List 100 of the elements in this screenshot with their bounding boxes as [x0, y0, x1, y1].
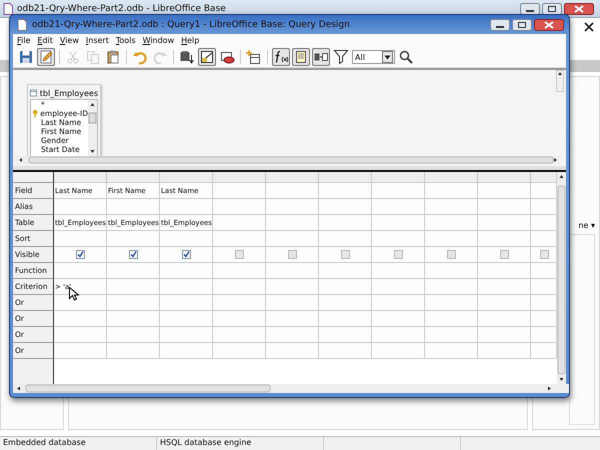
grid-cell[interactable]: [319, 311, 372, 327]
grid-cell[interactable]: [319, 279, 372, 295]
grid-cell[interactable]: [425, 215, 478, 231]
grid-cell[interactable]: [213, 231, 266, 247]
scrollbar[interactable]: [13, 384, 569, 393]
toolbar-button[interactable]: [178, 48, 196, 66]
grid-cell[interactable]: [478, 263, 531, 279]
grid-cell[interactable]: [107, 343, 160, 359]
scrollbar[interactable]: [556, 70, 564, 92]
grid-cell[interactable]: [425, 279, 478, 295]
menu-item[interactable]: Help: [181, 36, 200, 45]
grid-cell[interactable]: [54, 263, 107, 279]
grid-cell[interactable]: [213, 295, 266, 311]
grid-cell[interactable]: [107, 327, 160, 343]
dropdown-text[interactable]: ne ▾: [578, 221, 595, 230]
grid-cell[interactable]: [319, 327, 372, 343]
grid-cell[interactable]: [107, 199, 160, 215]
grid-cell[interactable]: [372, 327, 425, 343]
checkbox[interactable]: [129, 250, 138, 259]
grid-cell[interactable]: [266, 295, 319, 311]
menu-item[interactable]: File: [17, 36, 30, 45]
grid-cell[interactable]: [478, 327, 531, 343]
grid-cell[interactable]: [107, 247, 160, 263]
grid-cell[interactable]: [107, 279, 160, 295]
grid-cell[interactable]: [531, 199, 557, 215]
grid-cell[interactable]: [425, 311, 478, 327]
grid-cell[interactable]: [531, 279, 557, 295]
grid-cell[interactable]: [372, 343, 425, 359]
grid-cell[interactable]: [372, 215, 425, 231]
grid-cell[interactable]: [531, 247, 557, 263]
scrollbar[interactable]: [88, 100, 97, 156]
grid-cell[interactable]: [54, 311, 107, 327]
grid-cell[interactable]: [266, 343, 319, 359]
column-header[interactable]: [266, 172, 319, 183]
column-header[interactable]: [213, 172, 266, 183]
grid-cell[interactable]: [478, 183, 531, 199]
menu-item[interactable]: View: [60, 36, 79, 45]
close-icon[interactable]: [584, 22, 594, 32]
grid-cell[interactable]: [319, 247, 372, 263]
toolbar-button[interactable]: [272, 48, 290, 66]
toolbar-button[interactable]: [397, 48, 415, 66]
grid-cell[interactable]: [531, 263, 557, 279]
grid-cell[interactable]: [213, 311, 266, 327]
maximize-button[interactable]: [542, 2, 562, 14]
grid-cell[interactable]: [107, 311, 160, 327]
grid-cell[interactable]: [319, 343, 372, 359]
grid-cell[interactable]: [531, 311, 557, 327]
grid-cell[interactable]: [425, 247, 478, 263]
grid-cell[interactable]: [478, 295, 531, 311]
checkbox[interactable]: [76, 250, 85, 259]
grid-cell[interactable]: [160, 311, 213, 327]
toolbar-button[interactable]: [245, 48, 263, 66]
checkbox[interactable]: [341, 250, 350, 259]
grid-cell[interactable]: [319, 215, 372, 231]
grid-cell[interactable]: [425, 327, 478, 343]
grid-cell[interactable]: [531, 183, 557, 199]
grid-cell[interactable]: [372, 199, 425, 215]
maximize-button[interactable]: [512, 18, 532, 30]
limit-dropdown[interactable]: All: [352, 50, 395, 64]
splitter[interactable]: [13, 166, 566, 172]
grid-cell[interactable]: [478, 231, 531, 247]
grid-cell[interactable]: [54, 327, 107, 343]
column-header[interactable]: [531, 172, 557, 183]
grid-cell[interactable]: [54, 343, 107, 359]
grid-cell[interactable]: [478, 215, 531, 231]
grid-cell[interactable]: [54, 199, 107, 215]
grid-cell[interactable]: [160, 279, 213, 295]
grid-cell[interactable]: [213, 279, 266, 295]
grid-cell[interactable]: [425, 343, 478, 359]
grid-cell[interactable]: [266, 327, 319, 343]
grid-cell[interactable]: [54, 247, 107, 263]
grid-cell[interactable]: [478, 311, 531, 327]
scrollbar[interactable]: [15, 156, 561, 164]
scrollbar[interactable]: [557, 172, 566, 384]
grid-cell[interactable]: [531, 231, 557, 247]
menu-item[interactable]: Tools: [116, 36, 136, 45]
grid-cell[interactable]: [319, 183, 372, 199]
grid-cell[interactable]: [213, 199, 266, 215]
grid-cell[interactable]: [531, 295, 557, 311]
grid-cell[interactable]: [266, 183, 319, 199]
checkbox[interactable]: [235, 250, 244, 259]
grid-cell[interactable]: [213, 183, 266, 199]
minimize-button[interactable]: [520, 2, 540, 14]
checkbox[interactable]: [447, 250, 456, 259]
toolbar-button[interactable]: [198, 48, 216, 66]
grid-cell[interactable]: [478, 279, 531, 295]
grid-cell[interactable]: [425, 263, 478, 279]
grid-cell[interactable]: [425, 231, 478, 247]
grid-cell[interactable]: [425, 199, 478, 215]
toolbar-button[interactable]: [312, 48, 330, 66]
grid-cell[interactable]: [160, 327, 213, 343]
grid-cell[interactable]: [107, 231, 160, 247]
toolbar-button[interactable]: [292, 48, 310, 66]
grid-cell[interactable]: [319, 295, 372, 311]
menu-item[interactable]: Window: [142, 36, 174, 45]
grid-cell[interactable]: [531, 343, 557, 359]
grid-cell[interactable]: [372, 247, 425, 263]
grid-cell[interactable]: [425, 183, 478, 199]
grid-cell[interactable]: [160, 231, 213, 247]
column-header[interactable]: [425, 172, 478, 183]
